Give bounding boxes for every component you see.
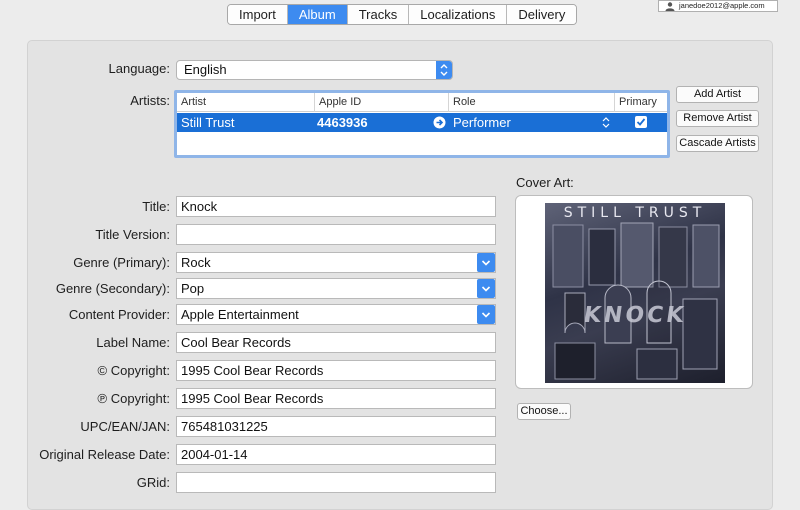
language-popup[interactable]: English <box>176 60 453 80</box>
genre-secondary-label: Genre (Secondary): <box>55 281 170 296</box>
checkmark-icon <box>636 118 646 126</box>
artists-label: Artists: <box>130 93 170 108</box>
p-copyright-field[interactable]: 1995 Cool Bear Records <box>176 388 496 409</box>
cover-art-image: STILL TRUST KNOCK <box>545 203 725 383</box>
p-copyright-label: ℗ Copyright: <box>97 391 170 406</box>
cover-art-label: Cover Art: <box>516 175 574 190</box>
column-artist[interactable]: Artist <box>177 93 314 112</box>
cover-art-well[interactable]: STILL TRUST KNOCK <box>515 195 753 389</box>
cover-title-text: KNOCK <box>582 303 688 328</box>
copyright-field[interactable]: 1995 Cool Bear Records <box>176 360 496 381</box>
title-label: Title: <box>142 199 170 214</box>
tab-import[interactable]: Import <box>228 5 287 24</box>
apple-id-cell: 4463936 <box>317 115 368 130</box>
content-provider-label: Content Provider: <box>68 307 170 322</box>
chevron-down-icon <box>477 279 495 298</box>
genre-primary-value: Rock <box>181 255 211 270</box>
language-value: English <box>184 62 227 77</box>
chevron-down-icon <box>477 253 495 272</box>
top-tab-bar: Import Album Tracks Localizations Delive… <box>227 4 578 25</box>
tab-album[interactable]: Album <box>286 5 347 24</box>
genre-primary-select[interactable]: Rock <box>176 252 496 273</box>
artists-table[interactable]: Artist Apple ID Role Primary Still Trust… <box>174 90 670 158</box>
upc-field[interactable]: 765481031225 <box>176 416 496 437</box>
original-release-date-field[interactable]: 2004-01-14 <box>176 444 496 465</box>
content-provider-select[interactable]: Apple Entertainment <box>176 304 496 325</box>
language-label: Language: <box>108 61 170 76</box>
user-account-button[interactable]: janedoe2012@apple.com <box>658 0 778 12</box>
genre-primary-label: Genre (Primary): <box>73 255 170 270</box>
remove-artist-button[interactable]: Remove Artist <box>676 110 759 127</box>
genre-secondary-select[interactable]: Pop <box>176 278 496 299</box>
title-version-label: Title Version: <box>95 227 170 242</box>
choose-cover-button[interactable]: Choose... <box>517 403 571 420</box>
tab-localizations[interactable]: Localizations <box>408 5 507 24</box>
genre-secondary-value: Pop <box>181 281 205 296</box>
title-version-field[interactable] <box>176 224 496 245</box>
user-icon <box>665 2 675 11</box>
column-apple-id[interactable]: Apple ID <box>314 93 448 112</box>
arrow-right-circle-icon[interactable] <box>433 116 446 129</box>
add-artist-button[interactable]: Add Artist <box>676 86 759 103</box>
updown-arrows-icon <box>436 61 452 79</box>
original-release-date-label: Original Release Date: <box>39 447 170 462</box>
role-cell[interactable]: Performer <box>453 113 511 132</box>
cover-art-illustration <box>552 222 720 380</box>
primary-checkbox[interactable] <box>635 116 647 128</box>
updown-arrows-icon[interactable] <box>601 116 611 129</box>
copyright-label: © Copyright: <box>97 363 170 378</box>
cover-artist-text: STILL TRUST <box>563 205 707 221</box>
artist-name-cell: Still Trust <box>181 115 235 130</box>
grid-label: GRid: <box>136 475 170 490</box>
tab-tracks[interactable]: Tracks <box>346 5 409 24</box>
cascade-artists-button[interactable]: Cascade Artists <box>676 135 759 152</box>
upc-label: UPC/EAN/JAN: <box>80 419 170 434</box>
tab-delivery[interactable]: Delivery <box>506 5 577 24</box>
content-provider-value: Apple Entertainment <box>181 307 299 322</box>
label-name-field[interactable]: Cool Bear Records <box>176 332 496 353</box>
table-row[interactable]: Still Trust 4463936 Performer <box>177 113 667 132</box>
chevron-down-icon <box>477 305 495 324</box>
artists-table-header: Artist Apple ID Role Primary <box>177 93 667 112</box>
label-name-label: Label Name: <box>96 335 170 350</box>
column-role[interactable]: Role <box>448 93 614 112</box>
title-field[interactable]: Knock <box>176 196 496 217</box>
column-primary[interactable]: Primary <box>614 93 667 112</box>
user-email: janedoe2012@apple.com <box>679 1 765 10</box>
grid-field[interactable] <box>176 472 496 493</box>
